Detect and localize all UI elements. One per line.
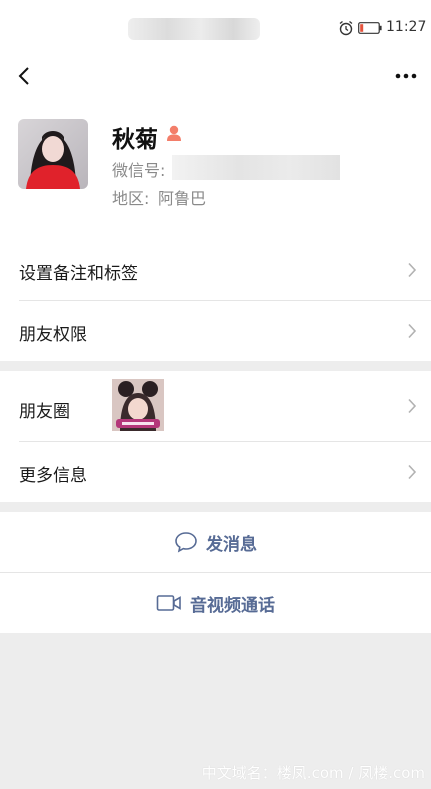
status-bar: 11:27	[0, 0, 431, 58]
battery-icon	[358, 22, 382, 34]
chevron-right-icon	[408, 464, 417, 480]
set-remark-label: 设置备注和标签	[19, 264, 138, 284]
moments-thumbnail	[112, 379, 164, 431]
more-options-button[interactable]	[390, 62, 422, 90]
info-section: 朋友圈 更多信息	[0, 371, 431, 502]
set-remark-row[interactable]: 设置备注和标签	[0, 240, 431, 300]
more-info-row[interactable]: 更多信息	[0, 442, 431, 502]
moments-row[interactable]: 朋友圈	[0, 371, 431, 441]
back-button[interactable]	[10, 62, 38, 90]
watermark-text: 中文域名：楼凤.com / 凤楼.com	[201, 764, 425, 782]
chevron-right-icon	[408, 323, 417, 339]
send-message-button[interactable]: 发消息	[0, 512, 431, 572]
chevron-right-icon	[408, 398, 417, 414]
more-dots-icon	[395, 73, 417, 79]
video-camera-icon	[156, 595, 181, 611]
alarm-icon	[339, 20, 353, 36]
friend-permissions-label: 朋友权限	[19, 325, 87, 345]
send-message-label: 发消息	[206, 534, 257, 555]
avatar-photo	[18, 119, 88, 189]
av-call-label: 音视频通话	[190, 595, 275, 616]
friend-permissions-row[interactable]: 朋友权限	[0, 301, 431, 361]
moments-label: 朋友圈	[19, 402, 70, 422]
region-value: 阿鲁巴	[158, 189, 207, 208]
status-time: 11:27	[386, 19, 427, 35]
nickname: 秋菊	[112, 127, 158, 153]
back-arrow-icon	[18, 67, 29, 85]
wechat-id-label: 微信号:	[112, 161, 166, 180]
chevron-right-icon	[408, 262, 417, 278]
chat-bubble-icon	[175, 532, 197, 553]
blurred-wechat-id	[172, 155, 340, 180]
blurred-carrier-info	[128, 18, 260, 40]
more-info-label: 更多信息	[19, 466, 87, 486]
region-label: 地区:	[112, 189, 150, 208]
av-call-button[interactable]: 音视频通话	[0, 573, 431, 633]
female-gender-icon	[167, 125, 181, 141]
settings-section: 设置备注和标签 朋友权限	[0, 240, 431, 361]
moments-photo	[112, 379, 164, 431]
avatar[interactable]	[18, 119, 88, 189]
actions-section: 发消息 音视频通话	[0, 512, 431, 633]
